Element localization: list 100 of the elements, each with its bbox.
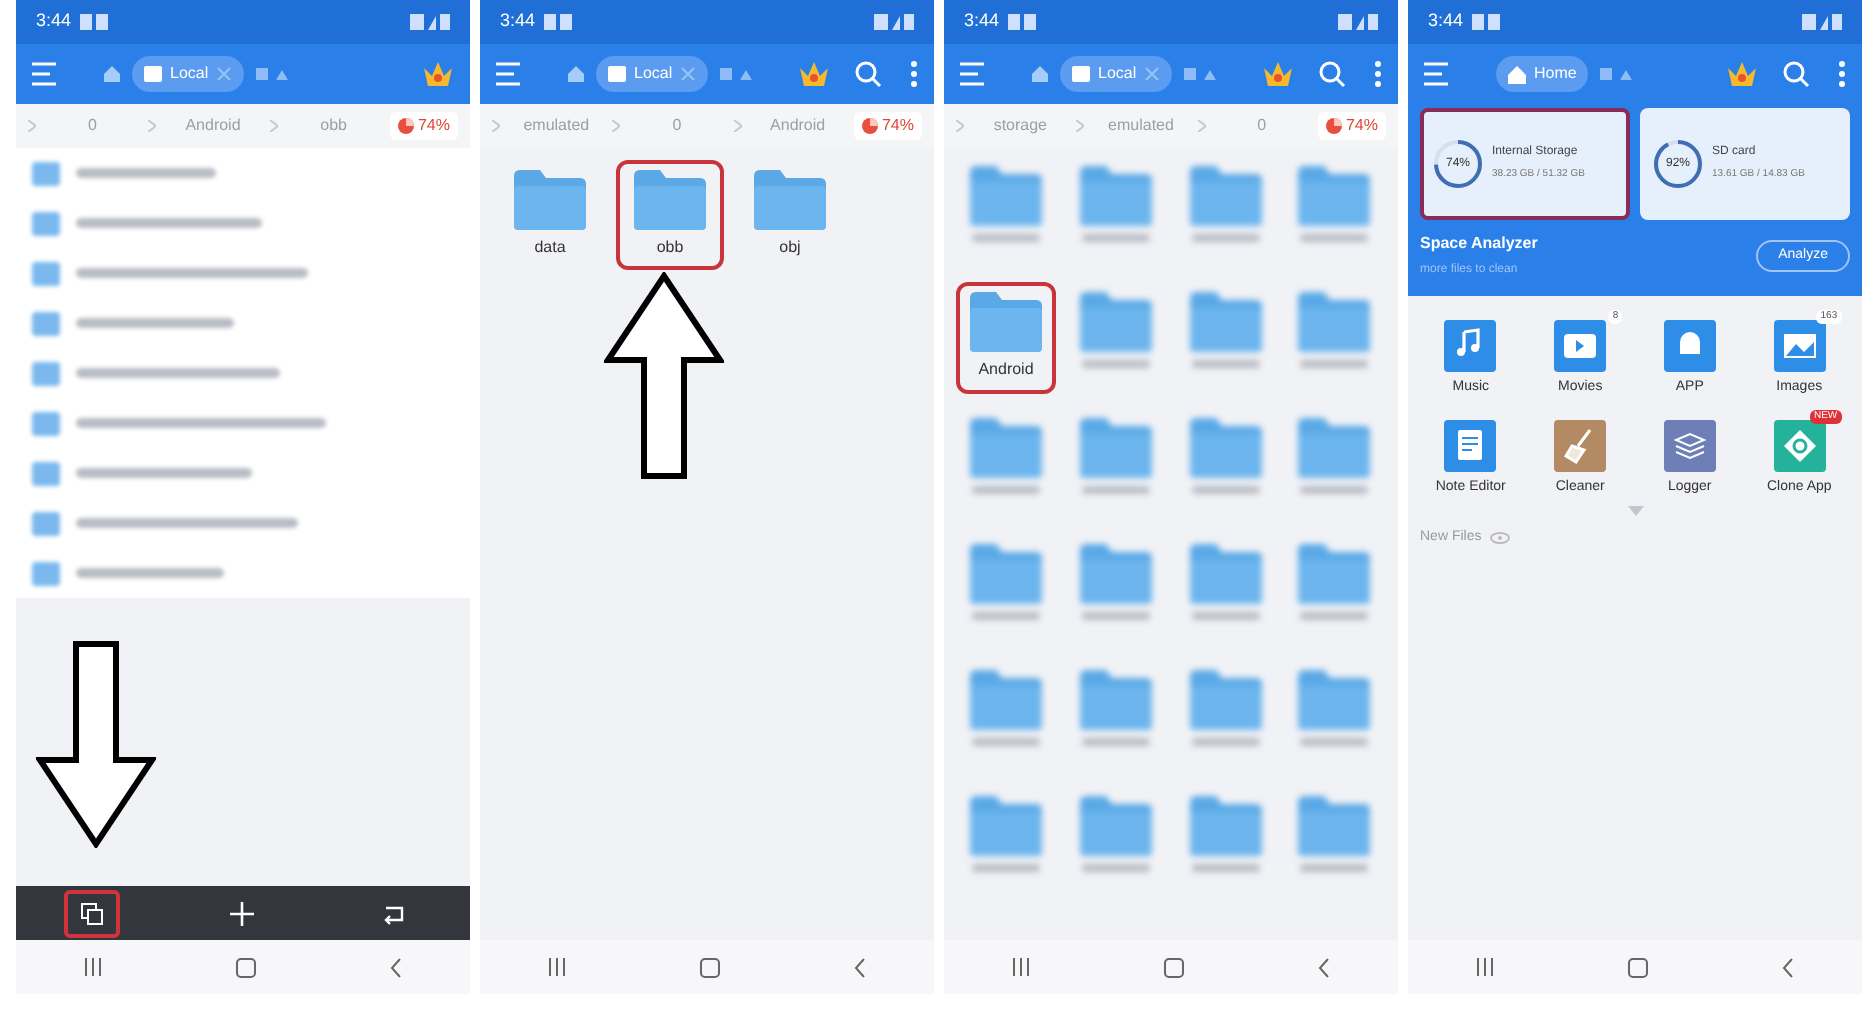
folder-icon [1189,166,1261,226]
menu-icon[interactable] [960,62,988,86]
search-icon[interactable] [1318,60,1346,88]
chevron-icon [28,120,36,132]
home-icon [1508,65,1526,83]
menu-icon[interactable] [32,62,60,86]
more-icon[interactable] [1838,60,1846,88]
folder-item[interactable]: Android [956,282,1056,394]
drive-icon [144,66,162,82]
folder-item[interactable]: obb [616,160,724,270]
drive-icon [1072,66,1090,82]
cleaner-icon [1554,419,1607,471]
folder-icon [1079,544,1152,604]
pie-icon [1325,118,1342,134]
folder-icon [1298,418,1371,478]
crown-icon[interactable] [1726,60,1758,88]
crown-icon[interactable] [1262,60,1294,88]
status-time: 3:44 [1428,8,1464,35]
folder-icon [970,544,1042,604]
home-icon[interactable] [1032,66,1048,82]
notification-icon [1007,14,1036,30]
images-icon [1773,320,1826,372]
window-icons [720,68,753,80]
chevron-icon [612,120,621,132]
logger-icon [1663,419,1716,471]
back-icon[interactable] [1318,957,1331,977]
folder-icon [1079,166,1152,226]
copy-icon [79,901,104,925]
home-icon[interactable] [104,66,120,82]
battery-signal-icon [874,14,914,30]
recent-apps-icon[interactable] [547,958,566,976]
music-icon [1444,320,1497,372]
home-button-icon[interactable] [235,957,256,977]
search-icon[interactable] [854,60,882,88]
chevron-icon [492,120,500,132]
storage-badge: 74% [1317,112,1386,140]
folder-icon [970,292,1042,352]
back-icon[interactable] [1782,957,1795,977]
folder-icon [1298,670,1371,730]
folder-item[interactable]: data [496,160,604,270]
folder-icon [970,166,1042,226]
clone-icon [1773,419,1826,471]
plus-icon [230,901,255,925]
home-button-icon[interactable] [1627,957,1648,977]
status-time: 3:44 [36,8,72,35]
folder-icon [1298,796,1371,856]
return-icon [382,901,407,925]
drive-icon [608,66,626,82]
folder-icon [970,670,1042,730]
status-time: 3:44 [964,8,1000,35]
chevron-icon [269,120,278,132]
back-icon[interactable] [390,957,403,977]
notification-icon [79,14,108,30]
recent-apps-icon[interactable] [1011,958,1030,976]
back-icon[interactable] [854,957,867,977]
storage-badge: 74% [853,112,922,140]
battery-signal-icon [410,14,450,30]
more-icon[interactable] [1374,60,1382,88]
note-icon [1444,419,1497,471]
home-button-icon[interactable] [1163,957,1184,977]
folder-icon [970,418,1042,478]
folder-icon [754,170,826,230]
folder-icon [1298,166,1371,226]
chevron-icon [733,120,742,132]
battery-signal-icon [1802,14,1842,30]
folder-icon [1189,544,1261,604]
status-time: 3:44 [500,8,536,35]
recent-apps-icon[interactable] [1475,958,1494,976]
folder-icon [970,796,1042,856]
folder-icon [634,170,706,230]
crown-icon[interactable] [798,60,830,88]
folder-item[interactable]: obj [736,160,844,270]
usage-ring-icon [1652,138,1704,190]
storage-badge: 74% [389,112,458,140]
copy-button[interactable] [63,889,120,937]
folder-icon [514,170,586,230]
recent-apps-icon[interactable] [83,958,102,976]
crown-icon[interactable] [422,60,454,88]
home-icon[interactable] [568,66,584,82]
search-icon[interactable] [1782,60,1810,88]
folder-icon [1189,796,1261,856]
chevron-icon [1076,120,1085,132]
home-button-icon[interactable] [699,957,720,977]
pie-icon [861,118,878,134]
more-icon[interactable] [910,60,918,88]
folder-icon [1079,418,1152,478]
folder-icon [1189,292,1261,352]
window-icons [1184,68,1217,80]
folder-icon [1079,292,1152,352]
folder-icon [1189,418,1261,478]
folder-icon [1189,670,1261,730]
notification-icon [1471,14,1500,30]
folder-icon [1079,796,1152,856]
usage-ring-icon [1432,138,1484,190]
app-icon [1663,320,1716,372]
window-icons [256,68,289,80]
chevron-icon [148,120,157,132]
menu-icon[interactable] [1424,62,1452,86]
window-icons [1600,68,1633,80]
menu-icon[interactable] [496,62,524,86]
